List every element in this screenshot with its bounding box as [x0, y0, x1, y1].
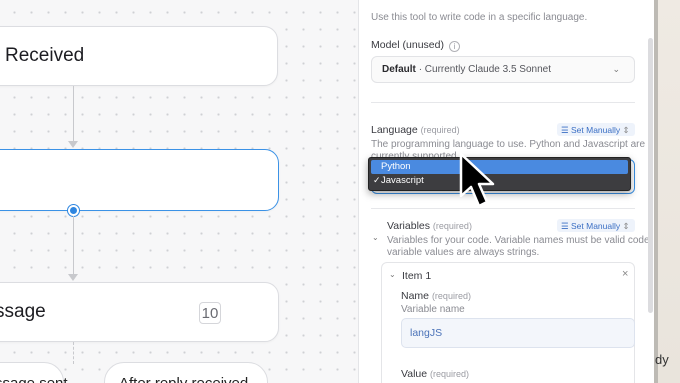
list-icon: ☰	[561, 221, 569, 231]
item-label: Item 1	[402, 270, 432, 282]
background-window-edge	[654, 0, 680, 383]
chevron-updown-icon: ⇕	[622, 221, 630, 231]
close-icon[interactable]: ×	[622, 268, 628, 280]
name-description: Variable name	[401, 304, 465, 315]
background-window-text: dy	[655, 352, 669, 367]
variables-description-line2: variable values are always strings.	[387, 247, 540, 258]
dropdown-option-javascript[interactable]: ✓ Javascript	[371, 174, 628, 188]
language-label-text: Language	[371, 124, 418, 136]
workflow-canvas[interactable]: Received ssage 10 ssage sent After reply…	[0, 0, 358, 383]
info-icon[interactable]: i	[448, 41, 460, 52]
language-label: Language (required)	[371, 124, 460, 136]
pill-label: ssage sent	[0, 375, 68, 383]
variables-label: Variables (required)	[387, 220, 472, 232]
pill-label: After reply received	[119, 375, 248, 383]
node-label: Received	[5, 45, 85, 66]
variable-name-input[interactable]: langJS	[401, 318, 635, 348]
variable-name-value: langJS	[410, 327, 443, 339]
mouse-pointer-icon	[459, 152, 495, 208]
divider	[371, 208, 635, 209]
set-manually-label: Set Manually	[571, 125, 621, 135]
checkmark-icon: ✓	[373, 175, 381, 185]
connector-line	[73, 86, 74, 142]
name-label-text: Name	[401, 290, 430, 302]
model-select[interactable]: Default · Currently Claude 3.5 Sonnet ⌄	[371, 56, 635, 83]
variables-description-line1: Variables for your code. Variable names …	[387, 235, 672, 246]
dropdown-option-python[interactable]: Python	[371, 160, 628, 174]
variables-label-text: Variables	[387, 220, 430, 232]
name-label: Name (required)	[401, 290, 471, 302]
panel-scrollbar[interactable]	[648, 38, 653, 313]
variables-set-manually-button[interactable]: ☰ Set Manually ⇕	[557, 219, 635, 232]
workflow-node-received[interactable]: Received	[0, 26, 278, 86]
value-label-text: Value	[401, 368, 428, 380]
language-description-line1: The programming language to use. Python …	[371, 139, 646, 150]
required-tag: (required)	[420, 125, 460, 135]
tool-description: Use this tool to write code in a specifi…	[371, 12, 588, 23]
workflow-node-message[interactable]: ssage 10	[0, 282, 279, 342]
model-value-default: Default	[382, 64, 416, 75]
model-label: Model (unused) i	[371, 39, 460, 52]
chevron-updown-icon: ⇕	[622, 125, 630, 135]
connector-line	[73, 342, 74, 364]
connector-arrow	[68, 274, 78, 282]
divider	[371, 102, 635, 103]
node-label: ssage	[0, 301, 46, 322]
option-label: Javascript	[381, 175, 424, 186]
model-label-text: Model (unused)	[371, 39, 444, 51]
value-label: Value (required)	[401, 368, 469, 380]
option-label: Python	[381, 161, 411, 172]
connector-line	[73, 216, 74, 274]
count-badge: 10	[199, 302, 221, 324]
collapse-chevron-icon[interactable]: ⌄	[372, 233, 379, 242]
branch-pill-message-sent[interactable]: ssage sent	[0, 362, 68, 383]
connection-handle[interactable]	[68, 205, 79, 216]
required-tag: (required)	[430, 369, 470, 379]
model-value-detail: · Currently Claude 3.5 Sonnet	[418, 64, 551, 75]
required-tag: (required)	[431, 291, 471, 301]
set-manually-label: Set Manually	[571, 221, 621, 231]
chevron-down-icon: ⌄	[612, 64, 620, 74]
list-icon: ☰	[561, 125, 569, 135]
workflow-node-selected[interactable]	[0, 149, 279, 211]
set-manually-button[interactable]: ☰ Set Manually ⇕	[557, 123, 635, 136]
required-tag: (required)	[432, 221, 472, 231]
language-dropdown-menu[interactable]: Python ✓ Javascript	[368, 157, 631, 191]
item-collapse-chevron-icon[interactable]: ⌄	[389, 270, 396, 279]
connector-arrow	[68, 141, 78, 149]
branch-pill-after-reply[interactable]: After reply received	[104, 362, 268, 383]
